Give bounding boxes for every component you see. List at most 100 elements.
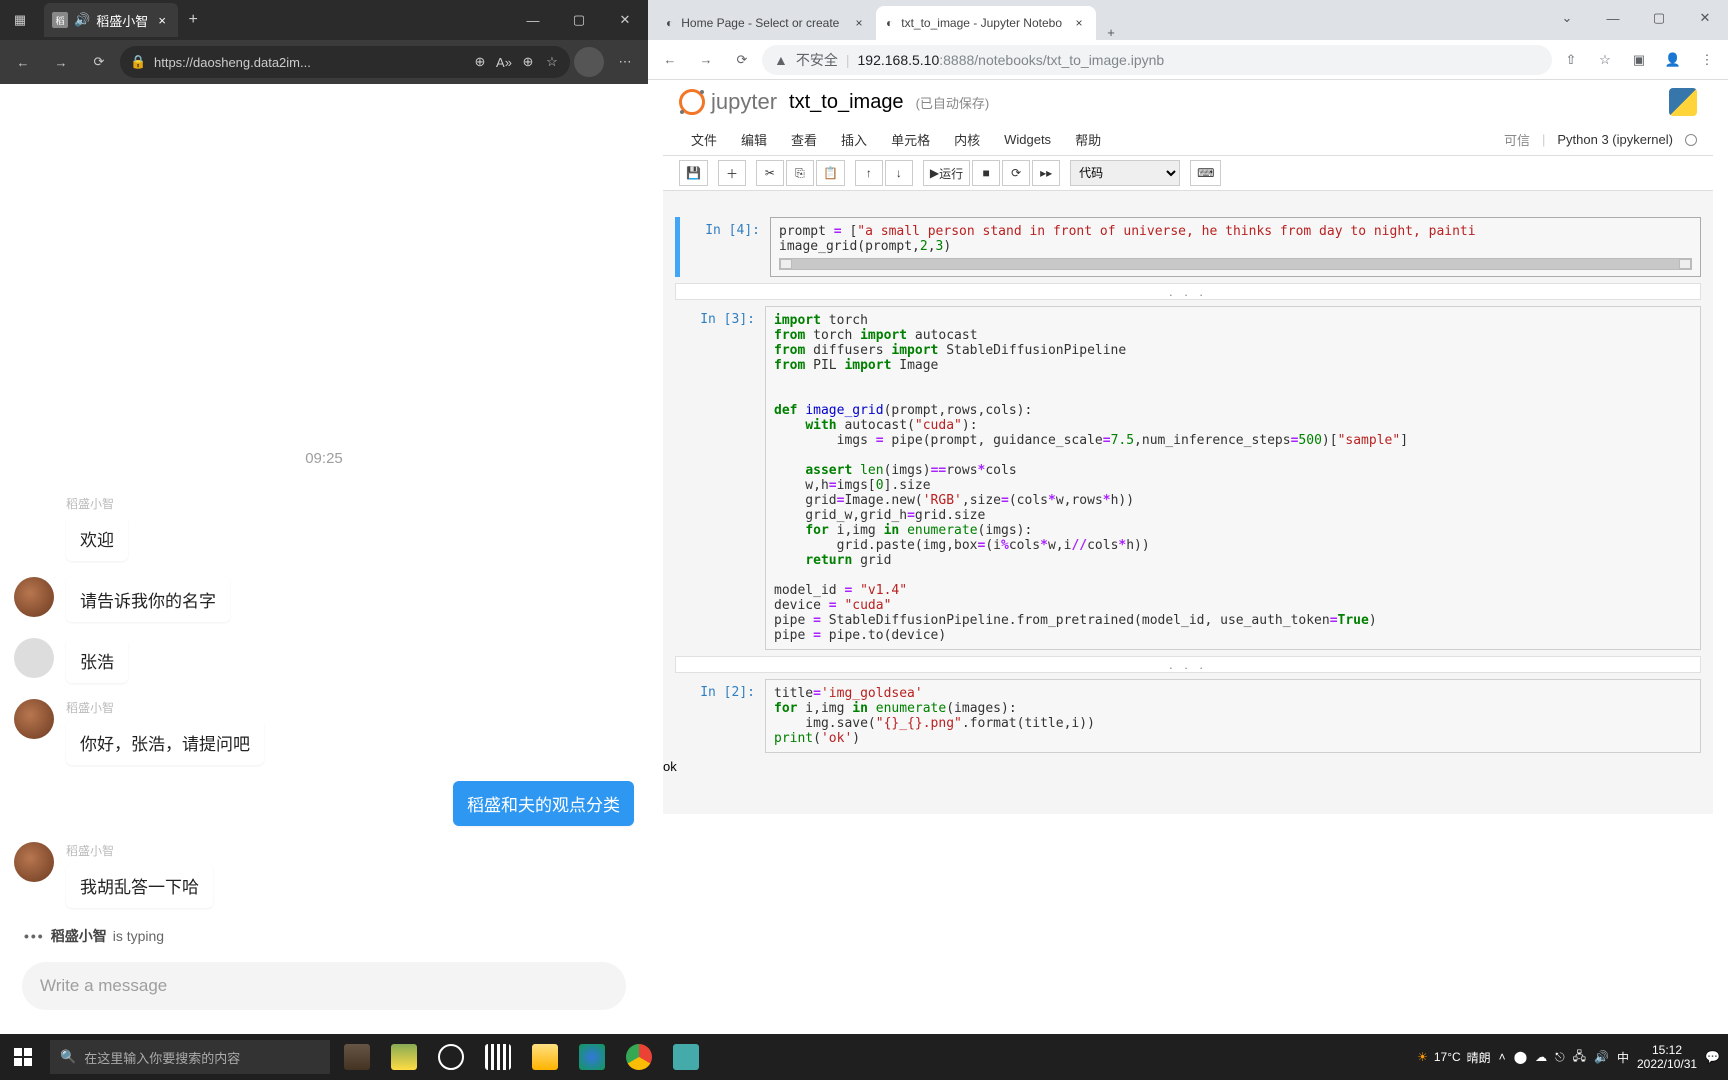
horizontal-scrollbar[interactable] (779, 258, 1692, 270)
bot-avatar (14, 699, 54, 739)
new-tab-button[interactable]: + (178, 11, 208, 29)
address-bar[interactable]: ▲ 不安全 | 192.168.5.10:8888/notebooks/txt_… (762, 45, 1552, 75)
menu-file[interactable]: 文件 (679, 126, 729, 153)
chat-input[interactable] (40, 976, 608, 996)
chrome-tab[interactable]: ◐ Home Page - Select or create × (656, 6, 876, 40)
more-menu-button[interactable]: ⋮ (1692, 45, 1722, 75)
tab-title: 稻盛小智 (96, 11, 148, 30)
menu-widgets[interactable]: Widgets (992, 128, 1063, 151)
message-row: 稻盛小智 欢迎 (14, 495, 634, 561)
favorite-icon[interactable]: ☆ (544, 54, 560, 70)
menu-help[interactable]: 帮助 (1063, 126, 1113, 153)
clock[interactable]: 15:12 2022/10/31 (1637, 1043, 1697, 1072)
minimize-button[interactable]: — (510, 0, 556, 40)
add-cell-button[interactable]: ＋ (718, 160, 746, 186)
sound-icon[interactable]: 🔊 (74, 12, 90, 28)
close-tab-icon[interactable]: × (852, 16, 866, 30)
profile-button[interactable]: 👤 (1658, 45, 1688, 75)
insecure-icon[interactable]: ▲ (774, 52, 788, 68)
cell-input[interactable]: import torch from torch import autocast … (765, 306, 1701, 650)
site-info-icon[interactable]: 🔒 (130, 54, 146, 70)
notifications-icon[interactable]: 💬 (1705, 1050, 1720, 1064)
collapsed-output[interactable]: . . . (675, 656, 1701, 673)
save-button[interactable]: 💾 (679, 160, 708, 186)
close-window-button[interactable]: ✕ (1682, 0, 1728, 36)
menu-cell[interactable]: 单元格 (879, 126, 942, 153)
chrome-tab-active[interactable]: ◐ txt_to_image - Jupyter Notebo × (876, 6, 1096, 40)
forward-button[interactable]: → (690, 44, 722, 76)
move-up-button[interactable]: ↑ (855, 160, 883, 186)
weather-widget[interactable]: ☀ 17°C 晴朗 (1417, 1049, 1491, 1066)
code-cell[interactable]: In [2]: title='img_goldsea' for i,img in… (675, 679, 1701, 753)
chrome-icon[interactable] (616, 1034, 662, 1080)
jupyter-favicon-icon: ◐ (886, 16, 893, 30)
network-icon[interactable]: 🖧 (1573, 1047, 1586, 1068)
stop-button[interactable]: ■ (972, 160, 1000, 186)
edge-icon[interactable] (569, 1034, 615, 1080)
start-button[interactable] (0, 1034, 46, 1080)
maximize-button[interactable]: ▢ (556, 0, 602, 40)
tray-icon[interactable]: ☁ (1535, 1050, 1547, 1064)
bot-avatar (14, 577, 54, 617)
cell-input[interactable]: prompt = ["a small person stand in front… (770, 217, 1701, 277)
menu-insert[interactable]: 插入 (829, 126, 879, 153)
cut-button[interactable]: ✂ (756, 160, 784, 186)
collapsed-output[interactable]: . . . (675, 283, 1701, 300)
move-down-button[interactable]: ↓ (885, 160, 913, 186)
taskbar-app-icon[interactable] (663, 1034, 709, 1080)
menu-kernel[interactable]: 内核 (942, 126, 992, 153)
taskbar-search[interactable]: 🔍 在这里输入你要搜索的内容 (50, 1040, 330, 1074)
tab-search-button[interactable]: ⌄ (1544, 0, 1590, 36)
command-palette-button[interactable]: ⌨ (1190, 160, 1221, 186)
code-cell[interactable]: In [4]: prompt = ["a small person stand … (675, 217, 1701, 277)
restart-run-all-button[interactable]: ▸▸ (1032, 160, 1060, 186)
taskbar-app-icon[interactable] (334, 1034, 380, 1080)
paste-button[interactable]: 📋 (816, 160, 845, 186)
new-tab-button[interactable]: + (1096, 25, 1126, 40)
enter-site-icon[interactable]: ⊕ (472, 54, 488, 70)
back-button[interactable]: ← (654, 44, 686, 76)
taskbar-app-icon[interactable] (381, 1034, 427, 1080)
ime-indicator[interactable]: 中 (1617, 1049, 1629, 1066)
more-menu-button[interactable]: ⋯ (608, 45, 642, 79)
trusted-label[interactable]: 可信 (1504, 130, 1530, 149)
cell-input[interactable]: title='img_goldsea' for i,img in enumera… (765, 679, 1701, 753)
tray-icon[interactable]: ⎋ (1555, 1050, 1565, 1065)
code-cell[interactable]: In [3]: import torch from torch import a… (675, 306, 1701, 650)
back-button[interactable]: ← (6, 45, 40, 79)
task-view-icon[interactable] (475, 1034, 521, 1080)
extensions-button[interactable]: ▣ (1624, 45, 1654, 75)
cortana-icon[interactable] (428, 1034, 474, 1080)
bookmark-button[interactable]: ☆ (1590, 45, 1620, 75)
menu-edit[interactable]: 编辑 (729, 126, 779, 153)
notebook-name[interactable]: txt_to_image (789, 91, 904, 114)
volume-icon[interactable]: 🔊 (1594, 1050, 1609, 1064)
reload-button[interactable]: ⟳ (726, 44, 758, 76)
kernel-name[interactable]: Python 3 (ipykernel) (1557, 132, 1673, 147)
tabs-overview-icon[interactable]: ▦ (0, 0, 40, 40)
zoom-icon[interactable]: ⊕ (520, 54, 536, 70)
edge-tab-active[interactable]: 稻 🔊 稻盛小智 × (44, 3, 178, 37)
close-tab-icon[interactable]: × (1072, 16, 1086, 30)
close-tab-icon[interactable]: × (154, 13, 170, 28)
forward-button[interactable]: → (44, 45, 78, 79)
profile-button[interactable] (574, 47, 604, 77)
close-window-button[interactable]: ✕ (602, 0, 648, 40)
maximize-button[interactable]: ▢ (1636, 0, 1682, 36)
menu-view[interactable]: 查看 (779, 126, 829, 153)
jupyter-logo[interactable]: jupyter (679, 89, 777, 115)
reload-button[interactable]: ⟳ (82, 45, 116, 79)
address-bar[interactable]: 🔒 https://daosheng.data2im... ⊕ A» ⊕ ☆ (120, 46, 570, 78)
share-button[interactable]: ⇧ (1556, 45, 1586, 75)
tray-icon[interactable]: ⬤ (1514, 1050, 1527, 1064)
jupyter-notebook[interactable]: jupyter txt_to_image (已自动保存) 文件 编辑 查看 插入… (648, 80, 1728, 1034)
tray-chevron-icon[interactable]: ˄ (1499, 1050, 1506, 1064)
restart-button[interactable]: ⟳ (1002, 160, 1030, 186)
copy-button[interactable]: ⎘ (786, 160, 814, 186)
read-aloud-icon[interactable]: A» (496, 55, 512, 70)
cell-type-select[interactable]: 代码 (1070, 160, 1180, 186)
minimize-button[interactable]: — (1590, 0, 1636, 36)
file-explorer-icon[interactable] (522, 1034, 568, 1080)
run-button[interactable]: ▶ 运行 (923, 160, 970, 186)
favicon-icon: 稻 (52, 12, 68, 28)
